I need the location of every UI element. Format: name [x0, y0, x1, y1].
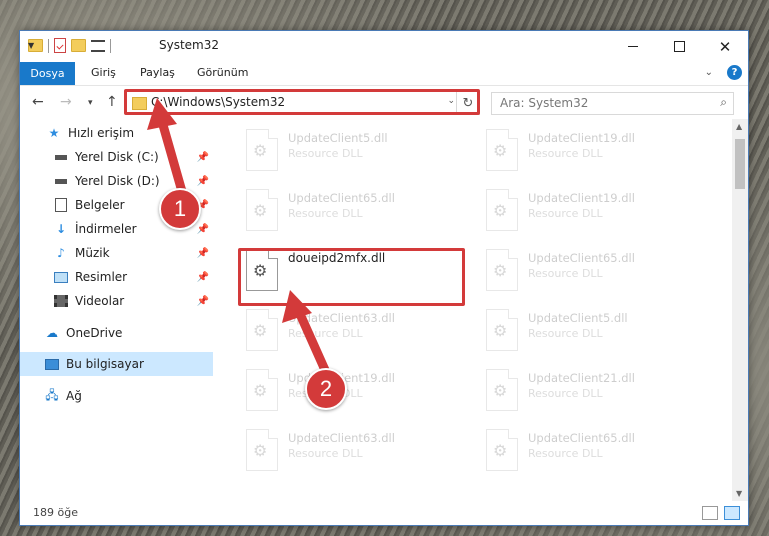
annotation-arrows — [147, 98, 330, 375]
step-2-badge: 2 — [305, 368, 347, 410]
arrow-2 — [282, 290, 330, 375]
arrow-1 — [147, 98, 188, 200]
step-1-badge: 1 — [159, 188, 201, 230]
